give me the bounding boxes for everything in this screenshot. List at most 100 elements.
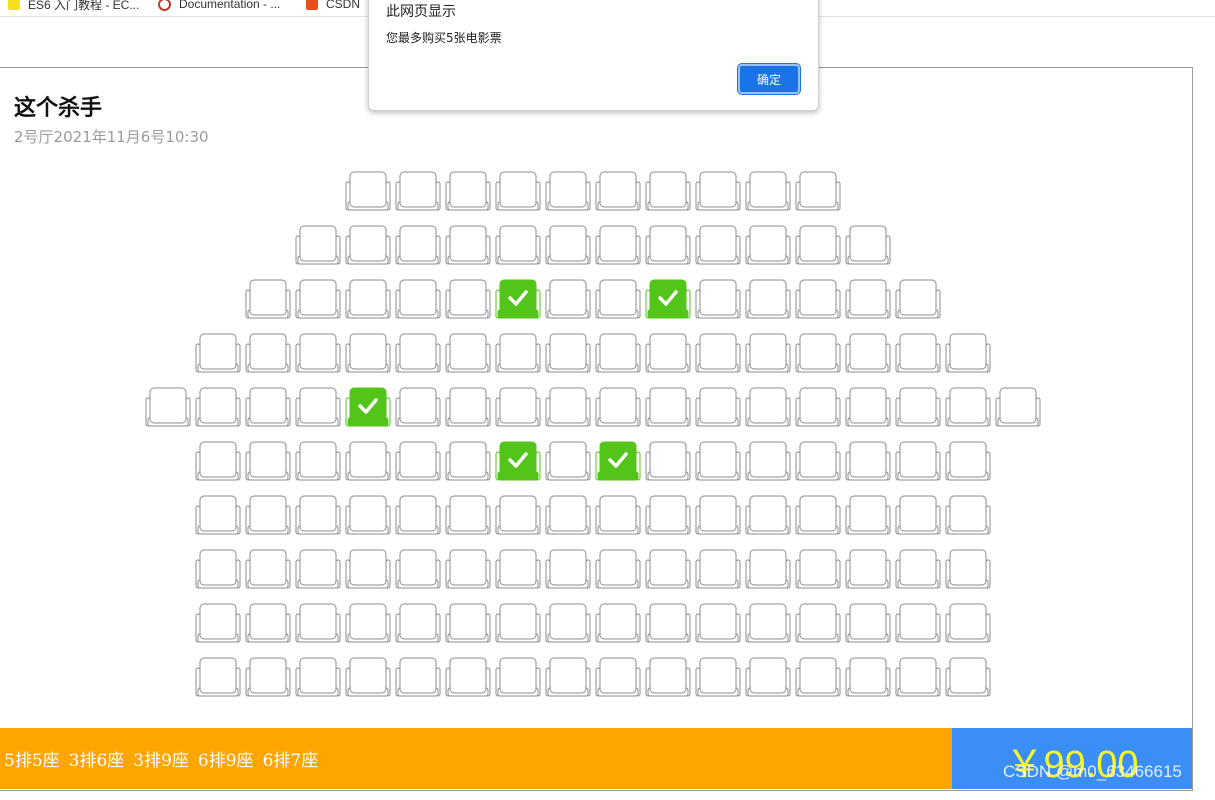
seat[interactable] bbox=[445, 657, 491, 697]
seat[interactable] bbox=[395, 279, 441, 319]
seat[interactable] bbox=[395, 549, 441, 589]
seat[interactable] bbox=[545, 657, 591, 697]
seat[interactable] bbox=[145, 387, 191, 427]
seat[interactable] bbox=[695, 549, 741, 589]
seat[interactable] bbox=[745, 225, 791, 265]
seat[interactable] bbox=[345, 279, 391, 319]
seat[interactable] bbox=[345, 441, 391, 481]
seat[interactable] bbox=[795, 441, 841, 481]
seat[interactable] bbox=[245, 387, 291, 427]
seat[interactable] bbox=[795, 333, 841, 373]
seat[interactable] bbox=[395, 603, 441, 643]
seat[interactable] bbox=[745, 333, 791, 373]
seat[interactable] bbox=[195, 549, 241, 589]
seat[interactable] bbox=[945, 657, 991, 697]
seat[interactable] bbox=[795, 225, 841, 265]
seat[interactable] bbox=[295, 603, 341, 643]
seat[interactable] bbox=[395, 657, 441, 697]
seat[interactable] bbox=[845, 225, 891, 265]
seat[interactable] bbox=[895, 657, 941, 697]
seat[interactable] bbox=[495, 225, 541, 265]
seat[interactable] bbox=[395, 225, 441, 265]
seat[interactable] bbox=[745, 387, 791, 427]
seat[interactable] bbox=[595, 549, 641, 589]
seat[interactable] bbox=[945, 441, 991, 481]
seat[interactable] bbox=[695, 225, 741, 265]
seat[interactable] bbox=[445, 495, 491, 535]
seat[interactable] bbox=[945, 549, 991, 589]
seat[interactable] bbox=[445, 279, 491, 319]
seat[interactable] bbox=[845, 333, 891, 373]
seat[interactable] bbox=[695, 279, 741, 319]
seat[interactable] bbox=[495, 387, 541, 427]
seat[interactable] bbox=[545, 441, 591, 481]
seat[interactable] bbox=[795, 657, 841, 697]
seat[interactable] bbox=[695, 603, 741, 643]
seat[interactable] bbox=[295, 495, 341, 535]
seat[interactable] bbox=[345, 387, 391, 427]
seat[interactable] bbox=[945, 495, 991, 535]
seat[interactable] bbox=[495, 657, 541, 697]
seat[interactable] bbox=[445, 333, 491, 373]
seat[interactable] bbox=[245, 603, 291, 643]
seat[interactable] bbox=[295, 549, 341, 589]
seat[interactable] bbox=[195, 333, 241, 373]
seat[interactable] bbox=[395, 333, 441, 373]
seat[interactable] bbox=[345, 333, 391, 373]
seat[interactable] bbox=[295, 333, 341, 373]
seat[interactable] bbox=[245, 495, 291, 535]
seat[interactable] bbox=[645, 279, 691, 319]
seat[interactable] bbox=[895, 441, 941, 481]
seat[interactable] bbox=[745, 495, 791, 535]
seat[interactable] bbox=[595, 657, 641, 697]
seat[interactable] bbox=[745, 441, 791, 481]
ok-button[interactable]: 确定 bbox=[737, 63, 801, 95]
seat[interactable] bbox=[345, 225, 391, 265]
seat[interactable] bbox=[645, 657, 691, 697]
seat[interactable] bbox=[395, 171, 441, 211]
seat[interactable] bbox=[645, 603, 691, 643]
seat[interactable] bbox=[445, 603, 491, 643]
seat[interactable] bbox=[595, 603, 641, 643]
seat[interactable] bbox=[545, 495, 591, 535]
seat[interactable] bbox=[345, 549, 391, 589]
seat[interactable] bbox=[845, 657, 891, 697]
seat[interactable] bbox=[295, 441, 341, 481]
seat[interactable] bbox=[895, 387, 941, 427]
seat[interactable] bbox=[195, 495, 241, 535]
seat[interactable] bbox=[795, 387, 841, 427]
seat[interactable] bbox=[445, 441, 491, 481]
seat[interactable] bbox=[495, 333, 541, 373]
seat[interactable] bbox=[895, 495, 941, 535]
seat[interactable] bbox=[295, 657, 341, 697]
seat[interactable] bbox=[895, 279, 941, 319]
seat[interactable] bbox=[595, 225, 641, 265]
seat[interactable] bbox=[595, 171, 641, 211]
seat[interactable] bbox=[745, 279, 791, 319]
seat[interactable] bbox=[495, 495, 541, 535]
seat[interactable] bbox=[795, 549, 841, 589]
seat[interactable] bbox=[645, 441, 691, 481]
seat[interactable] bbox=[195, 657, 241, 697]
seat[interactable] bbox=[845, 603, 891, 643]
seat[interactable] bbox=[445, 225, 491, 265]
seat[interactable] bbox=[745, 603, 791, 643]
seat[interactable] bbox=[595, 387, 641, 427]
seat[interactable] bbox=[945, 333, 991, 373]
seat[interactable] bbox=[795, 495, 841, 535]
seat[interactable] bbox=[595, 441, 641, 481]
seat[interactable] bbox=[545, 387, 591, 427]
seat[interactable] bbox=[495, 279, 541, 319]
seat[interactable] bbox=[745, 657, 791, 697]
seat[interactable] bbox=[695, 441, 741, 481]
seat[interactable] bbox=[695, 171, 741, 211]
seat[interactable] bbox=[795, 603, 841, 643]
seat[interactable] bbox=[595, 495, 641, 535]
seat[interactable] bbox=[245, 549, 291, 589]
seat[interactable] bbox=[545, 171, 591, 211]
seat[interactable] bbox=[395, 495, 441, 535]
seat[interactable] bbox=[895, 603, 941, 643]
seat[interactable] bbox=[345, 171, 391, 211]
seat[interactable] bbox=[645, 171, 691, 211]
seat[interactable] bbox=[445, 171, 491, 211]
